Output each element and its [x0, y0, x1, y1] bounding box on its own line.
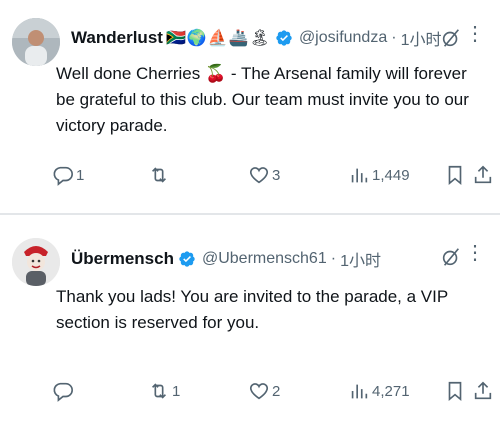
reply-count: 1 — [76, 166, 85, 184]
retweet-count: 1 — [172, 382, 181, 400]
retweet-icon — [151, 167, 167, 183]
separator-dot: · — [330, 250, 337, 267]
share-button[interactable] — [472, 164, 494, 186]
view-count: 1,449 — [372, 166, 410, 184]
grok-icon[interactable] — [440, 246, 462, 268]
handle[interactable]: @Ubermensch61 — [202, 250, 327, 268]
retweet-button[interactable] — [148, 164, 172, 186]
bookmark-icon — [448, 165, 462, 186]
like-count: 2 — [272, 382, 281, 400]
share-button[interactable] — [472, 380, 494, 402]
bookmark-button[interactable] — [444, 380, 466, 402]
more-icon[interactable]: ⋮ — [465, 24, 486, 44]
tweet-header: Wanderlust 🇿🇦🌍⛵🚢🏝 @josifundza · 1小时 — [71, 26, 441, 50]
bookmark-icon — [448, 381, 462, 402]
like-button[interactable]: 3 — [248, 164, 280, 186]
verified-badge-icon — [276, 30, 292, 46]
separator-dot: · — [391, 29, 397, 46]
views-icon — [351, 168, 368, 183]
views-button[interactable]: 1,449 — [348, 164, 410, 186]
reply-icon — [53, 382, 73, 402]
tweet[interactable]: Übermensch @Ubermensch61 · 1小时 ⋮ Thank y… — [0, 214, 500, 440]
avatar-image — [12, 18, 60, 66]
tweet-header: Übermensch @Ubermensch61 · 1小时 — [71, 247, 381, 271]
like-count: 3 — [272, 166, 281, 184]
retweet-icon — [151, 383, 167, 399]
share-icon — [474, 165, 492, 184]
heart-icon — [249, 167, 269, 184]
tweet-text: Thank you lads! You are invited to the p… — [56, 287, 448, 332]
reply-button[interactable]: 1 — [52, 164, 84, 186]
timestamp[interactable]: 1小时 — [340, 247, 381, 271]
action-bar: 1 2 4,271 — [48, 380, 492, 404]
name-emojis: 🇿🇦🌍⛵🚢🏝 — [165, 30, 271, 47]
tweet[interactable]: Wanderlust 🇿🇦🌍⛵🚢🏝 @josifundza · 1小时 ⋮ We… — [0, 0, 500, 214]
views-button[interactable]: 4,271 — [348, 380, 410, 402]
view-count: 4,271 — [372, 382, 410, 400]
display-name[interactable]: Wanderlust — [71, 28, 163, 48]
verified-badge-icon — [179, 251, 195, 267]
retweet-button[interactable]: 1 — [148, 380, 180, 402]
tweet-text: Well done Cherries 🍒 - The Arsenal famil… — [56, 64, 469, 135]
timestamp[interactable]: 1小时 — [401, 26, 442, 50]
grok-icon[interactable] — [440, 27, 462, 49]
more-icon[interactable]: ⋮ — [465, 243, 486, 263]
handle[interactable]: @josifundza — [299, 29, 387, 47]
action-bar: 1 3 1,449 — [48, 164, 492, 188]
avatar-image — [12, 238, 60, 286]
avatar[interactable] — [12, 238, 60, 286]
views-icon — [351, 384, 368, 399]
avatar[interactable] — [12, 18, 60, 66]
bookmark-button[interactable] — [444, 164, 466, 186]
reply-icon — [53, 166, 73, 186]
like-button[interactable]: 2 — [248, 380, 280, 402]
reply-button[interactable] — [52, 380, 76, 402]
heart-icon — [249, 383, 269, 400]
display-name[interactable]: Übermensch — [71, 249, 174, 269]
share-icon — [474, 381, 492, 400]
